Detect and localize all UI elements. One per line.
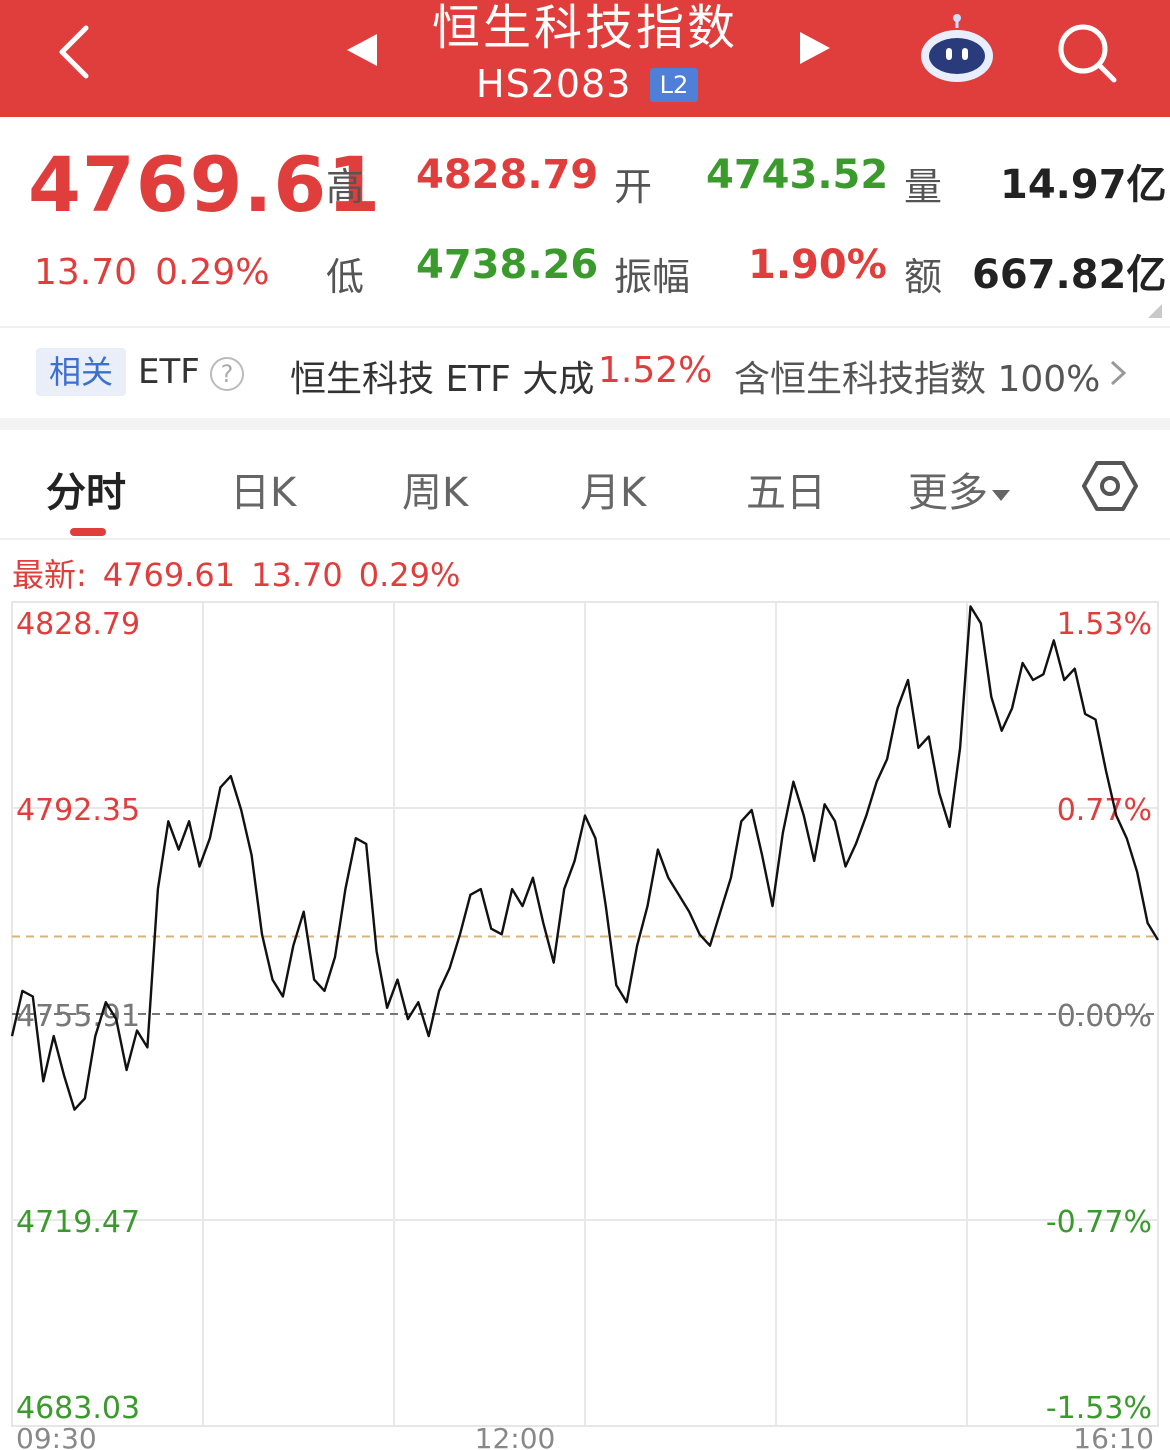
prev-index-icon[interactable] (345, 32, 381, 68)
etf-contains: 含恒生科技指数 100% (734, 359, 1101, 400)
caret-down-icon (992, 489, 1010, 501)
turnover-label: 额 (904, 255, 943, 299)
etf-label: ETF (138, 352, 200, 392)
y-tick-label-right: 1.53% (1057, 607, 1152, 642)
y-tick-label-right: -1.53% (1046, 1391, 1152, 1426)
header-bar: 恒生科技指数 HS2083 L2 (0, 0, 1170, 117)
tab-more[interactable]: 更多 (908, 460, 1010, 518)
low-value: 4738.26 (416, 242, 599, 288)
intraday-chart[interactable]: 4828.79 1.53%4792.35 0.77%4755.91 0.00%4719… (0, 590, 1170, 1450)
amplitude-value: 1.90% (748, 242, 887, 288)
divider (0, 538, 1170, 540)
y-tick-label-right: 0.77% (1057, 793, 1152, 828)
latest-price: 4769.61 (102, 556, 236, 594)
page-title: 恒生科技指数 (431, 0, 738, 56)
settings-icon[interactable] (1082, 458, 1138, 514)
price-change: 13.70 0.29% (34, 252, 287, 293)
robot-assistant-icon[interactable] (918, 14, 996, 84)
y-tick-label-left: 4719.47 (16, 1205, 140, 1240)
volume-label: 量 (904, 165, 943, 209)
y-tick-label-left: 4683.03 (16, 1391, 140, 1426)
latest-change: 13.70 (251, 556, 343, 594)
tab-daily-k[interactable]: 日K (230, 460, 296, 518)
expand-corner-icon[interactable] (1148, 304, 1162, 318)
chevron-right-icon[interactable] (1106, 358, 1130, 388)
tab-active-indicator (70, 528, 106, 536)
index-code: HS2083 (476, 62, 632, 106)
latest-label: 最新: (12, 556, 87, 594)
divider (0, 326, 1170, 328)
tab-five-day[interactable]: 五日 (746, 460, 826, 518)
help-icon[interactable]: ? (210, 357, 244, 391)
level-badge: L2 (650, 68, 698, 102)
change-value: 13.70 (34, 252, 138, 293)
turnover-value: 667.82亿 (972, 252, 1167, 298)
tab-monthly-k[interactable]: 月K (580, 460, 646, 518)
y-tick-label-right: -0.77% (1046, 1205, 1152, 1240)
x-tick-label: 09:30 (16, 1422, 97, 1450)
tab-intraday[interactable]: 分时 (46, 460, 126, 518)
y-tick-label-left: 4792.35 (16, 793, 140, 828)
y-tick-label-left: 4828.79 (16, 607, 140, 642)
open-value: 4743.52 (706, 152, 889, 198)
high-value: 4828.79 (416, 152, 599, 198)
chart-grid (11, 601, 1159, 1427)
tab-weekly-k[interactable]: 周K (402, 460, 468, 518)
next-index-icon[interactable] (796, 30, 832, 66)
high-label: 高 (326, 165, 365, 209)
y-tick-label-right: 0.00% (1057, 999, 1152, 1034)
change-percent: 0.29% (155, 252, 270, 293)
latest-percent: 0.29% (358, 556, 461, 594)
x-tick-label: 12:00 (475, 1422, 556, 1450)
open-label: 开 (614, 165, 653, 209)
x-tick-label: 16:10 (1073, 1422, 1154, 1450)
etf-name[interactable]: 恒生科技 ETF 大成 (290, 350, 594, 402)
back-arrow-icon[interactable] (50, 22, 100, 82)
low-label: 低 (326, 255, 365, 299)
section-spacer (0, 418, 1170, 430)
etf-change-percent: 1.52% (598, 350, 713, 391)
related-tag: 相关 (36, 348, 126, 396)
tab-more-label: 更多 (908, 470, 988, 516)
amplitude-label: 振幅 (614, 255, 691, 299)
volume-value: 14.97亿 (1000, 162, 1167, 208)
search-icon[interactable] (1052, 18, 1122, 88)
